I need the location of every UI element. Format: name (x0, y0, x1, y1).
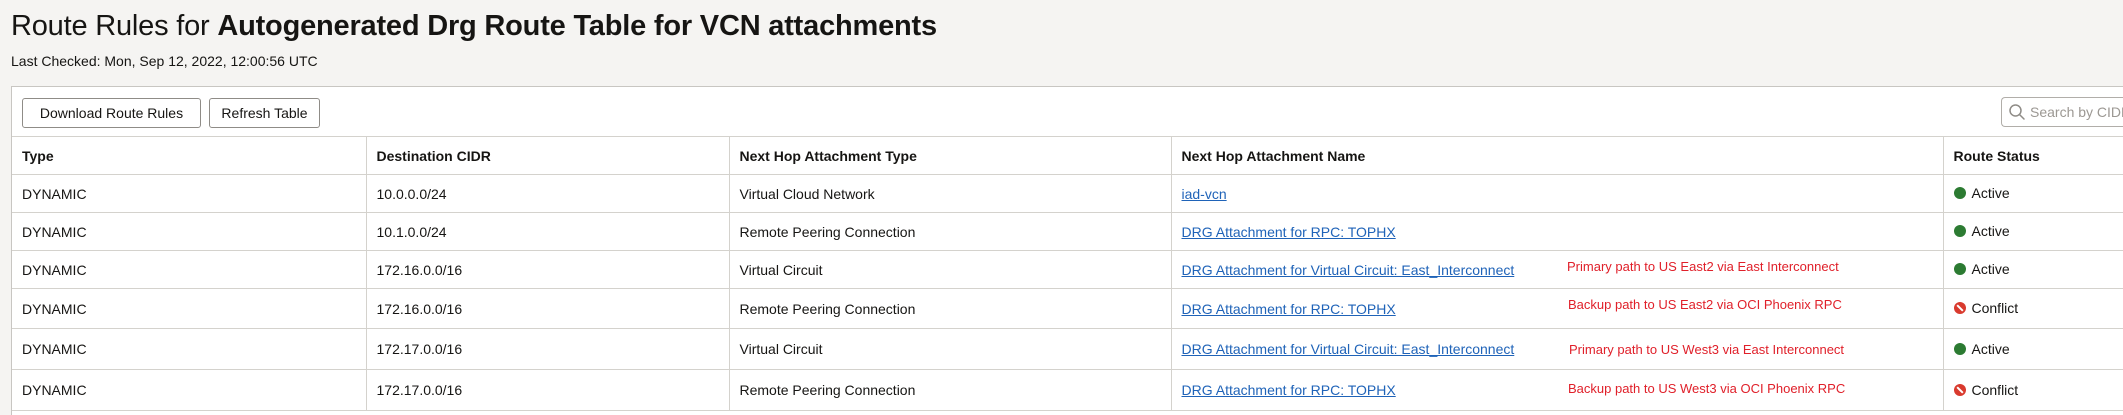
table-header-row: Type Destination CIDR Next Hop Attachmen… (12, 137, 2123, 175)
cell-route-status: Active (1943, 250, 2123, 289)
search-input[interactable] (2030, 101, 2123, 123)
status-label: Active (1971, 223, 2010, 239)
attachment-name-link[interactable]: DRG Attachment for Virtual Circuit: East… (1182, 341, 1515, 357)
cell-attachment-type: Virtual Cloud Network (729, 174, 1172, 213)
status-label: Active (1971, 340, 2010, 357)
cell-destination-cidr: 172.17.0.0/16 (366, 369, 730, 411)
cell-attachment-type: Remote Peering Connection (729, 369, 1172, 411)
attachment-name-link[interactable]: DRG Attachment for RPC: TOPHX (1182, 224, 1396, 240)
cell-route-status: Conflict (1943, 369, 2123, 411)
cell-route-status: Active (1943, 328, 2123, 370)
cell-destination-cidr: 10.1.0.0/24 (366, 212, 730, 251)
last-checked-timestamp: Last Checked: Mon, Sep 12, 2022, 12:00:5… (11, 53, 318, 69)
table-toolbar: Download Route Rules Refresh Table (12, 87, 2123, 137)
table-row: DYNAMIC 10.1.0.0/24 Remote Peering Conne… (12, 212, 2123, 251)
cell-attachment-type: Virtual Circuit (729, 250, 1172, 289)
search-box[interactable] (2001, 97, 2123, 127)
cell-attachment-type: Remote Peering Connection (729, 288, 1172, 329)
status-indicator: Conflict (1953, 300, 2019, 316)
status-indicator: Active (1953, 261, 2010, 277)
cell-attachment-type: Virtual Circuit (729, 328, 1172, 370)
status-conflict-icon (1953, 302, 1966, 314)
attachment-name-link[interactable]: iad-vcn (1182, 186, 1227, 202)
status-label: Conflict (1971, 381, 2019, 398)
column-header-route-status[interactable]: Route Status (1943, 137, 2123, 175)
status-indicator: Active (1953, 185, 2010, 201)
annotation-primary-east2: Primary path to US East2 via East Interc… (1567, 259, 1839, 274)
attachment-name-link[interactable]: DRG Attachment for Virtual Circuit: East… (1182, 262, 1515, 278)
status-active-icon (1953, 263, 1966, 275)
route-rules-table: Type Destination CIDR Next Hop Attachmen… (12, 137, 2123, 411)
column-header-destination-cidr[interactable]: Destination CIDR (366, 137, 730, 175)
status-indicator: Active (1953, 223, 2010, 239)
cell-attachment-type: Remote Peering Connection (729, 212, 1172, 251)
download-route-rules-button[interactable]: Download Route Rules (22, 98, 201, 128)
cell-route-status: Active (1943, 212, 2123, 251)
status-active-icon (1953, 225, 1966, 237)
cell-type: DYNAMIC (12, 174, 367, 213)
cell-destination-cidr: 172.17.0.0/16 (366, 328, 730, 370)
column-header-attachment-type[interactable]: Next Hop Attachment Type (729, 137, 1172, 175)
cell-destination-cidr: 172.16.0.0/16 (366, 288, 730, 329)
cell-type: DYNAMIC (12, 328, 367, 370)
status-active-icon (1953, 342, 1966, 355)
search-icon (2009, 104, 2025, 120)
refresh-table-button[interactable]: Refresh Table (209, 98, 320, 128)
cell-destination-cidr: 172.16.0.0/16 (366, 250, 730, 289)
annotation-backup-east2: Backup path to US East2 via OCI Phoenix … (1568, 297, 1842, 312)
page-title-prefix: Route Rules for (11, 10, 218, 42)
route-rules-page: Route Rules for Autogenerated Drg Route … (0, 0, 2123, 415)
route-rules-panel: Download Route Rules Refresh Table Type … (11, 86, 2123, 415)
route-table-name: Autogenerated Drg Route Table for VCN at… (217, 10, 937, 42)
cell-type: DYNAMIC (12, 250, 367, 289)
column-header-type[interactable]: Type (12, 137, 367, 175)
cell-attachment-name: iad-vcn (1171, 174, 1944, 213)
status-indicator: Conflict (1953, 381, 2019, 398)
cell-attachment-name: DRG Attachment for RPC: TOPHX (1171, 212, 1944, 251)
attachment-name-link[interactable]: DRG Attachment for RPC: TOPHX (1182, 382, 1396, 398)
cell-type: DYNAMIC (12, 212, 367, 251)
status-label: Active (1971, 185, 2010, 201)
status-label: Conflict (1971, 300, 2019, 316)
table-row: DYNAMIC 10.0.0.0/24 Virtual Cloud Networ… (12, 174, 2123, 213)
column-header-attachment-name[interactable]: Next Hop Attachment Name (1171, 137, 1944, 175)
cell-type: DYNAMIC (12, 369, 367, 411)
cell-destination-cidr: 10.0.0.0/24 (366, 174, 730, 213)
status-label: Active (1971, 261, 2010, 277)
cell-type: DYNAMIC (12, 288, 367, 329)
cell-route-status: Conflict (1943, 288, 2123, 329)
cell-route-status: Active (1943, 174, 2123, 213)
page-title: Route Rules for Autogenerated Drg Route … (11, 10, 937, 43)
annotation-primary-west3: Primary path to US West3 via East Interc… (1569, 342, 1845, 357)
status-indicator: Active (1953, 340, 2010, 357)
attachment-name-link[interactable]: DRG Attachment for RPC: TOPHX (1182, 301, 1396, 317)
status-active-icon (1953, 187, 1966, 199)
status-conflict-icon (1953, 383, 1966, 396)
annotation-backup-west3: Backup path to US West3 via OCI Phoenix … (1568, 381, 1846, 396)
